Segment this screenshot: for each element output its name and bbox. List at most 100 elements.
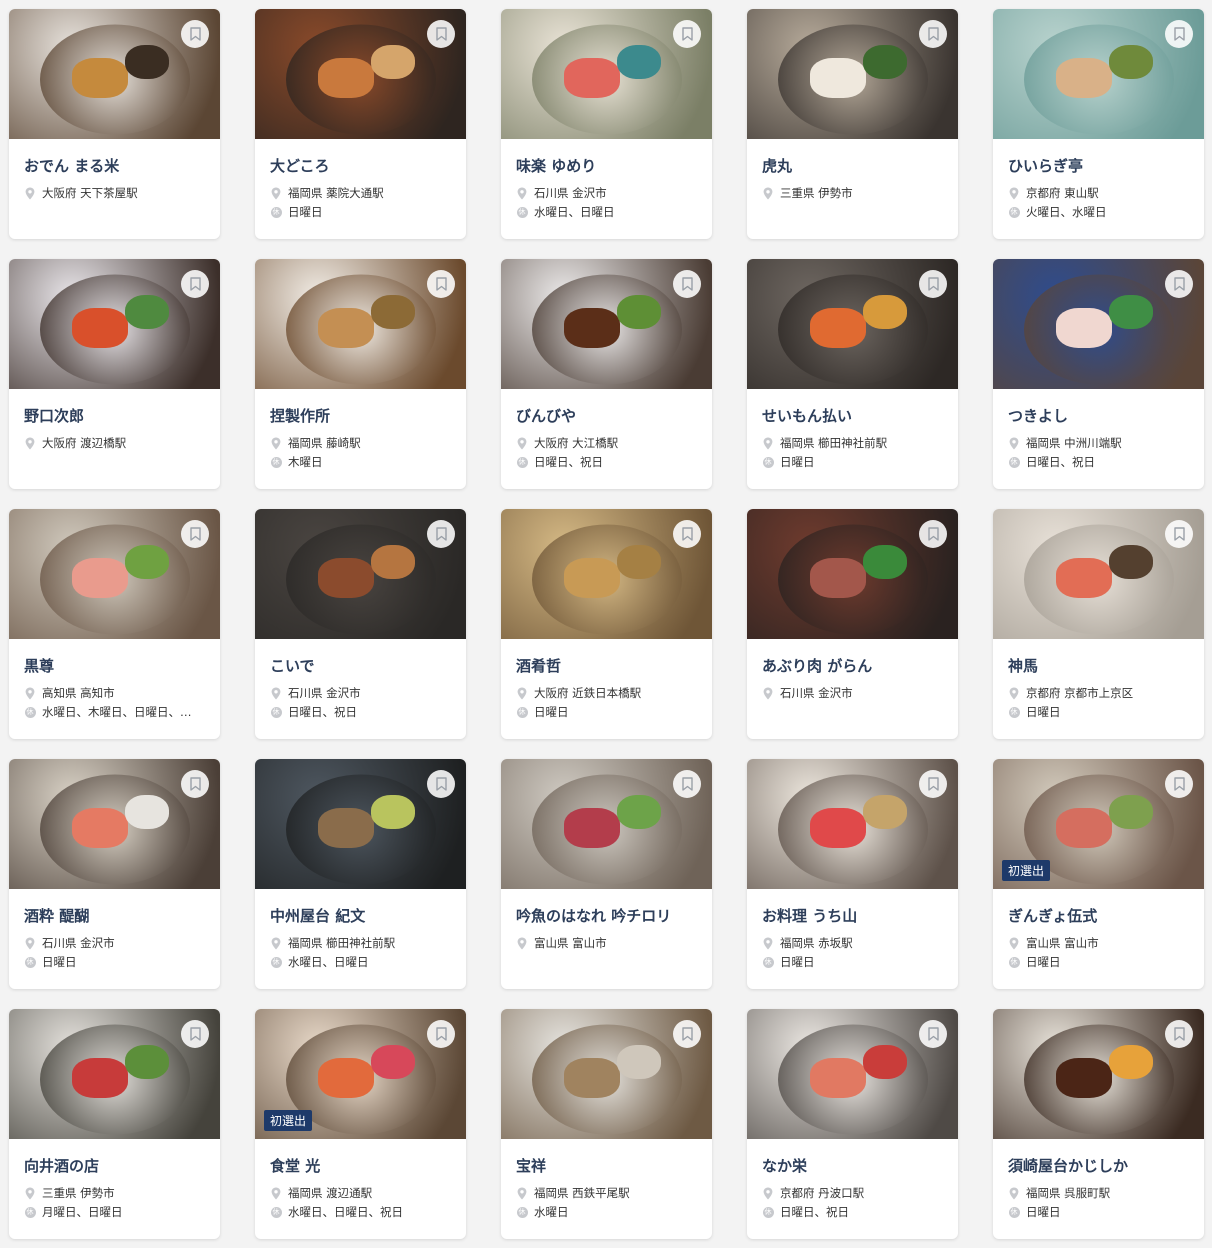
restaurant-name[interactable]: 須崎屋台かじしか xyxy=(1008,1155,1190,1176)
bookmark-button[interactable] xyxy=(673,270,701,298)
restaurant-name[interactable]: つきよし xyxy=(1008,405,1190,426)
restaurant-name[interactable]: 吟魚のはなれ 吟チロリ xyxy=(516,905,698,926)
restaurant-photo[interactable] xyxy=(255,259,466,389)
restaurant-card[interactable]: 吟魚のはなれ 吟チロリ 富山県 富山市 休 xyxy=(501,759,712,989)
restaurant-card[interactable]: おでん まる米 大阪府 天下茶屋駅 休 xyxy=(9,9,220,239)
restaurant-card[interactable]: 捏製作所 福岡県 藤崎駅 休 木曜日 xyxy=(255,259,466,489)
bookmark-button[interactable] xyxy=(181,520,209,548)
bookmark-button[interactable] xyxy=(919,270,947,298)
restaurant-card[interactable]: 宝祥 福岡県 西鉄平尾駅 休 水曜日 xyxy=(501,1009,712,1239)
restaurant-card[interactable]: 野口次郎 大阪府 渡辺橋駅 休 xyxy=(9,259,220,489)
bookmark-button[interactable] xyxy=(919,770,947,798)
bookmark-button[interactable] xyxy=(427,520,455,548)
restaurant-name[interactable]: 食堂 光 xyxy=(270,1155,452,1176)
bookmark-button[interactable] xyxy=(1165,520,1193,548)
restaurant-card[interactable]: 虎丸 三重県 伊勢市 休 xyxy=(747,9,958,239)
bookmark-button[interactable] xyxy=(673,1020,701,1048)
restaurant-name[interactable]: 酒粋 醍醐 xyxy=(24,905,206,926)
restaurant-photo[interactable] xyxy=(9,759,220,889)
restaurant-card[interactable]: 中州屋台 紀文 福岡県 櫛田神社前駅 休 水曜日、日曜日 xyxy=(255,759,466,989)
bookmark-button[interactable] xyxy=(673,520,701,548)
restaurant-card[interactable]: 神馬 京都府 京都市上京区 休 日曜日 xyxy=(993,509,1204,739)
bookmark-button[interactable] xyxy=(181,270,209,298)
restaurant-name[interactable]: お料理 うち山 xyxy=(762,905,944,926)
restaurant-photo[interactable] xyxy=(993,9,1204,139)
restaurant-photo[interactable] xyxy=(993,1009,1204,1139)
restaurant-name[interactable]: せいもん払い xyxy=(762,405,944,426)
restaurant-photo[interactable] xyxy=(501,259,712,389)
restaurant-photo[interactable] xyxy=(501,9,712,139)
restaurant-card[interactable]: びんびや 大阪府 大江橋駅 休 日曜日、祝日 xyxy=(501,259,712,489)
restaurant-name[interactable]: びんびや xyxy=(516,405,698,426)
restaurant-name[interactable]: 野口次郎 xyxy=(24,405,206,426)
restaurant-name[interactable]: ひいらぎ亭 xyxy=(1008,155,1190,176)
bookmark-button[interactable] xyxy=(181,770,209,798)
restaurant-card[interactable]: 初選出 ぎんぎょ伍式 富山県 富山市 休 日曜日 xyxy=(993,759,1204,989)
restaurant-photo[interactable] xyxy=(255,759,466,889)
restaurant-photo[interactable] xyxy=(9,259,220,389)
restaurant-photo[interactable]: 初選出 xyxy=(993,759,1204,889)
restaurant-name[interactable]: 虎丸 xyxy=(762,155,944,176)
restaurant-photo[interactable] xyxy=(501,509,712,639)
restaurant-name[interactable]: 酒肴哲 xyxy=(516,655,698,676)
restaurant-name[interactable]: ぎんぎょ伍式 xyxy=(1008,905,1190,926)
restaurant-name[interactable]: 黒尊 xyxy=(24,655,206,676)
restaurant-photo[interactable] xyxy=(747,759,958,889)
restaurant-card[interactable]: 大どころ 福岡県 薬院大通駅 休 日曜日 xyxy=(255,9,466,239)
restaurant-card[interactable]: こいで 石川県 金沢市 休 日曜日、祝日 xyxy=(255,509,466,739)
restaurant-card[interactable]: 酒肴哲 大阪府 近鉄日本橋駅 休 日曜日 xyxy=(501,509,712,739)
restaurant-name[interactable]: 味楽 ゆめり xyxy=(516,155,698,176)
bookmark-button[interactable] xyxy=(427,770,455,798)
restaurant-name[interactable]: 捏製作所 xyxy=(270,405,452,426)
restaurant-photo[interactable] xyxy=(501,759,712,889)
restaurant-name[interactable]: 向井酒の店 xyxy=(24,1155,206,1176)
restaurant-photo[interactable] xyxy=(9,509,220,639)
restaurant-card[interactable]: 初選出 食堂 光 福岡県 渡辺通駅 休 水曜日、日曜日、祝日 xyxy=(255,1009,466,1239)
restaurant-photo[interactable] xyxy=(747,9,958,139)
restaurant-card[interactable]: 須崎屋台かじしか 福岡県 呉服町駅 休 日曜日 xyxy=(993,1009,1204,1239)
bookmark-button[interactable] xyxy=(919,1020,947,1048)
bookmark-button[interactable] xyxy=(427,20,455,48)
restaurant-card[interactable]: ひいらぎ亭 京都府 東山駅 休 火曜日、水曜日 xyxy=(993,9,1204,239)
bookmark-button[interactable] xyxy=(673,770,701,798)
restaurant-photo[interactable]: 初選出 xyxy=(255,1009,466,1139)
restaurant-card[interactable]: つきよし 福岡県 中洲川端駅 休 日曜日、祝日 xyxy=(993,259,1204,489)
bookmark-button[interactable] xyxy=(427,270,455,298)
restaurant-card[interactable]: 向井酒の店 三重県 伊勢市 休 月曜日、日曜日 xyxy=(9,1009,220,1239)
restaurant-card[interactable]: 味楽 ゆめり 石川県 金沢市 休 水曜日、日曜日 xyxy=(501,9,712,239)
restaurant-name[interactable]: なか栄 xyxy=(762,1155,944,1176)
restaurant-card[interactable]: あぶり肉 がらん 石川県 金沢市 休 xyxy=(747,509,958,739)
bookmark-button[interactable] xyxy=(1165,270,1193,298)
restaurant-name[interactable]: 宝祥 xyxy=(516,1155,698,1176)
bookmark-button[interactable] xyxy=(919,20,947,48)
restaurant-photo[interactable] xyxy=(747,509,958,639)
bookmark-button[interactable] xyxy=(673,20,701,48)
restaurant-name[interactable]: こいで xyxy=(270,655,452,676)
restaurant-card[interactable]: なか栄 京都府 丹波口駅 休 日曜日、祝日 xyxy=(747,1009,958,1239)
restaurant-photo[interactable] xyxy=(9,1009,220,1139)
restaurant-name[interactable]: 神馬 xyxy=(1008,655,1190,676)
restaurant-card[interactable]: せいもん払い 福岡県 櫛田神社前駅 休 日曜日 xyxy=(747,259,958,489)
restaurant-photo[interactable] xyxy=(501,1009,712,1139)
restaurant-name[interactable]: 中州屋台 紀文 xyxy=(270,905,452,926)
bookmark-button[interactable] xyxy=(1165,770,1193,798)
bookmark-button[interactable] xyxy=(919,520,947,548)
restaurant-card[interactable]: 酒粋 醍醐 石川県 金沢市 休 日曜日 xyxy=(9,759,220,989)
restaurant-name[interactable]: 大どころ xyxy=(270,155,452,176)
restaurant-card[interactable]: お料理 うち山 福岡県 赤坂駅 休 日曜日 xyxy=(747,759,958,989)
restaurant-photo[interactable] xyxy=(993,509,1204,639)
bookmark-button[interactable] xyxy=(181,1020,209,1048)
restaurant-photo[interactable] xyxy=(255,509,466,639)
restaurant-photo[interactable] xyxy=(9,9,220,139)
restaurant-photo[interactable] xyxy=(993,259,1204,389)
bookmark-button[interactable] xyxy=(181,20,209,48)
restaurant-photo[interactable] xyxy=(747,1009,958,1139)
restaurant-photo[interactable] xyxy=(747,259,958,389)
restaurant-name[interactable]: おでん まる米 xyxy=(24,155,206,176)
restaurant-card[interactable]: 黒尊 高知県 高知市 休 水曜日、木曜日、日曜日、… xyxy=(9,509,220,739)
bookmark-button[interactable] xyxy=(427,1020,455,1048)
restaurant-name[interactable]: あぶり肉 がらん xyxy=(762,655,944,676)
bookmark-button[interactable] xyxy=(1165,20,1193,48)
bookmark-button[interactable] xyxy=(1165,1020,1193,1048)
restaurant-photo[interactable] xyxy=(255,9,466,139)
